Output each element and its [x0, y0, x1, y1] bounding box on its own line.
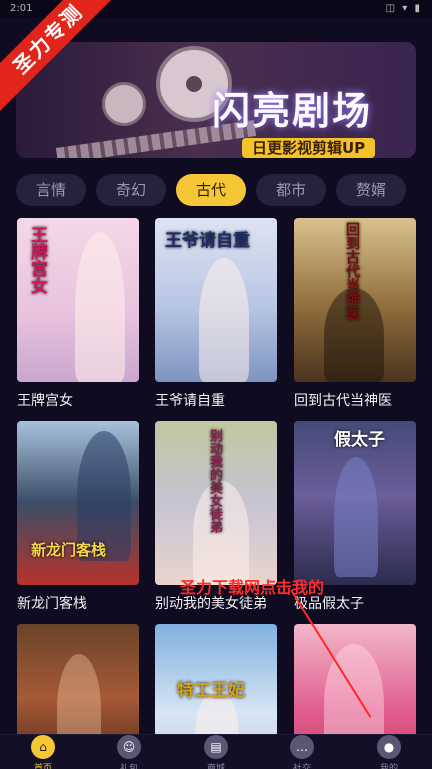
- store-icon: ▤: [204, 735, 228, 759]
- nav-label: 商城: [206, 764, 225, 769]
- bottom-nav: ⌂ 首页 ☺ 礼包 ▤ 商城 … 社交 ● 我的: [0, 734, 432, 769]
- tab-urban[interactable]: 都市: [256, 174, 326, 206]
- drama-card[interactable]: 王爷请自重 王爷请自重: [155, 218, 277, 410]
- poster-title-art: 新龙门客栈: [31, 541, 107, 559]
- drama-poster[interactable]: 王爷请自重: [155, 218, 277, 382]
- nav-gift[interactable]: ☺ 礼包: [86, 735, 172, 769]
- nav-profile[interactable]: ● 我的: [346, 735, 432, 769]
- tab-fantasy[interactable]: 奇幻: [96, 174, 166, 206]
- drama-title: 回到古代当神医: [294, 393, 392, 409]
- nav-label: 我的: [379, 764, 398, 769]
- nav-home[interactable]: ⌂ 首页: [0, 735, 86, 769]
- film-reel-small-icon: [102, 82, 146, 126]
- app-screen: 2:01 ◫ ▾ ▮ 圣力专测 闪亮剧场 日更影视剪辑UP 言情 奇幻 古代 都…: [0, 0, 432, 769]
- gift-icon: ☺: [117, 735, 141, 759]
- poster-title-art: 假太子: [334, 430, 385, 450]
- watermark-overlay-text: 圣力下载网点击我的: [180, 578, 325, 597]
- tab-romance[interactable]: 言情: [16, 174, 86, 206]
- drama-poster[interactable]: 回到古代当神医: [294, 218, 416, 382]
- drama-title: 王爷请自重: [155, 393, 225, 409]
- drama-title: 王牌宫女: [17, 393, 73, 409]
- drama-card[interactable]: 新龙门客栈 新龙门客栈: [17, 421, 139, 613]
- category-tabs: 言情 奇幻 古代 都市 赘婿: [16, 174, 426, 208]
- home-icon: ⌂: [31, 735, 55, 759]
- drama-card[interactable]: 王牌宫女 王牌宫女: [17, 218, 139, 410]
- poster-title-art: 王牌宫女: [27, 226, 47, 294]
- nav-store[interactable]: ▤ 商城: [173, 735, 259, 769]
- drama-poster[interactable]: 假太子: [294, 421, 416, 585]
- banner-title: 闪亮剧场: [212, 89, 373, 133]
- poster-title-art: 回到古代当神医: [344, 222, 360, 320]
- status-icons: ◫ ▾ ▮: [385, 3, 422, 14]
- nav-label: 社交: [292, 764, 311, 769]
- status-time: 2:01: [10, 3, 33, 14]
- tab-son-in-law[interactable]: 赘婿: [336, 174, 406, 206]
- drama-poster[interactable]: 别动我的美女徒弟: [155, 421, 277, 585]
- poster-title-art: 王爷请自重: [165, 231, 250, 251]
- drama-poster[interactable]: 王牌宫女: [17, 218, 139, 382]
- nav-label: 礼包: [119, 764, 138, 769]
- drama-poster[interactable]: 新龙门客栈: [17, 421, 139, 585]
- nav-social[interactable]: … 社交: [259, 735, 345, 769]
- poster-title-art: 别动我的美女徒弟: [207, 429, 222, 533]
- nav-label: 首页: [33, 764, 52, 769]
- poster-title-art: 特工王妃: [177, 681, 245, 701]
- chat-icon: …: [290, 735, 314, 759]
- promo-banner[interactable]: 闪亮剧场 日更影视剪辑UP: [16, 42, 416, 158]
- drama-card[interactable]: 回到古代当神医 回到古代当神医: [294, 218, 416, 410]
- banner-subtitle: 日更影视剪辑UP: [242, 138, 376, 158]
- tab-ancient[interactable]: 古代: [176, 174, 246, 206]
- drama-title: 新龙门客栈: [17, 596, 87, 612]
- user-icon: ●: [377, 735, 401, 759]
